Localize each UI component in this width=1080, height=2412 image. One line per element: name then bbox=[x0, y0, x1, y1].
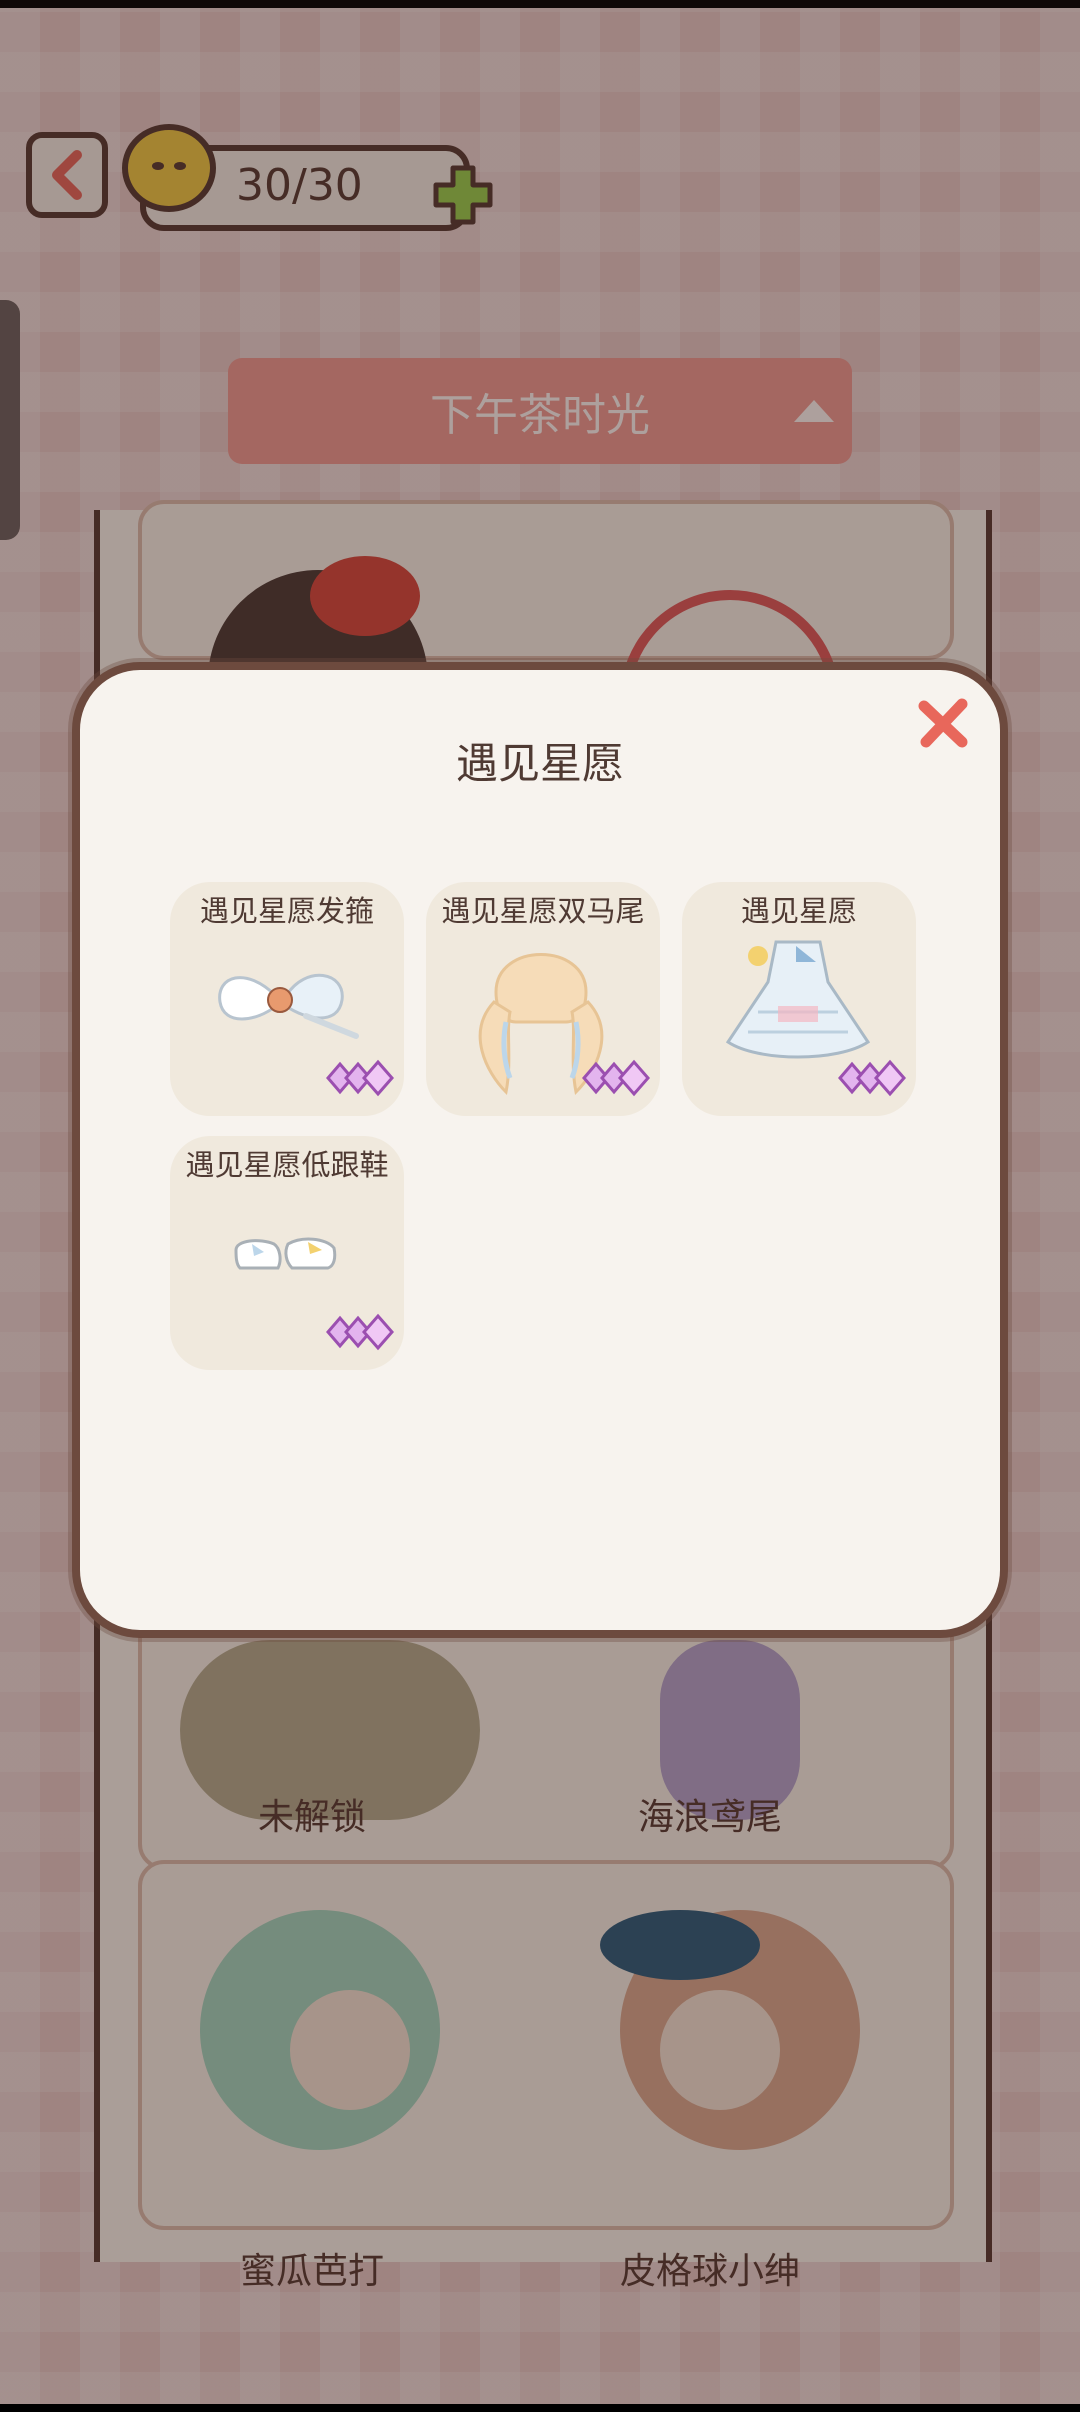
low-heel-shoes-icon bbox=[234, 1237, 337, 1270]
item-name: 遇见星愿双马尾 bbox=[441, 894, 645, 928]
rarity-stars-icon bbox=[582, 1059, 650, 1097]
rarity-stars-icon bbox=[838, 1059, 906, 1097]
item-name: 遇见星愿低跟鞋 bbox=[185, 1148, 389, 1182]
set-item-hair-band[interactable]: 遇见星愿发箍 bbox=[170, 882, 404, 1116]
navigation-bar bbox=[0, 2404, 1080, 2412]
rarity-stars-icon bbox=[326, 1059, 394, 1097]
item-name: 遇见星愿 bbox=[740, 894, 857, 928]
close-icon bbox=[918, 698, 968, 748]
dress-icon bbox=[725, 940, 871, 1059]
item-name: 遇见星愿发箍 bbox=[199, 894, 374, 928]
set-item-twin-tails[interactable]: 遇见星愿双马尾 bbox=[426, 882, 660, 1116]
set-item-shoes[interactable]: 遇见星愿低跟鞋 bbox=[170, 1136, 404, 1370]
hair-bow-icon bbox=[218, 973, 359, 1039]
close-button[interactable] bbox=[916, 696, 972, 752]
set-item-dress[interactable]: 遇见星愿 bbox=[682, 882, 916, 1116]
rarity-stars-icon bbox=[326, 1313, 394, 1351]
